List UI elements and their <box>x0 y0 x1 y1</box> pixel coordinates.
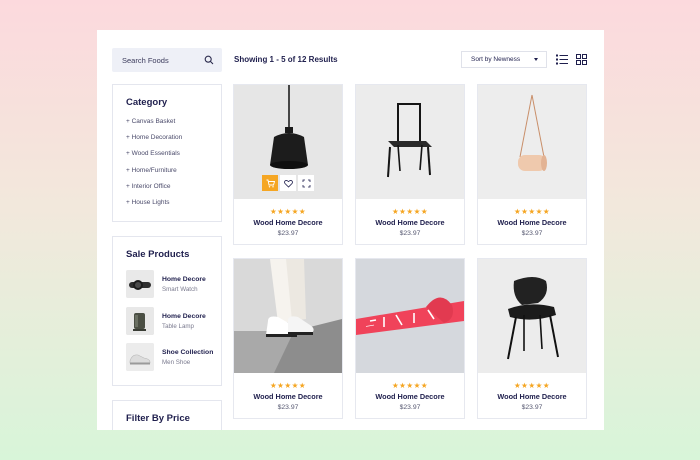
category-card: Category + Canvas Basket + Home Decorati… <box>112 84 222 222</box>
search-input[interactable]: Search Foods <box>112 48 222 72</box>
chevron-down-icon <box>534 58 538 61</box>
product-name[interactable]: Wood Home Decore <box>478 392 586 401</box>
product-card[interactable]: ★★★★★ Wood Home Decore $23.97 <box>233 84 343 245</box>
product-price: $23.97 <box>399 230 421 237</box>
sort-label: Sort by Newness <box>471 56 521 63</box>
sale-item-name: Home Decore <box>162 312 206 320</box>
heart-icon <box>283 179 293 188</box>
product-price: $23.97 <box>277 230 299 237</box>
shop-panel: Search Foods Category + Canvas Basket + … <box>97 30 604 430</box>
bag-image <box>478 85 586 199</box>
chair-image <box>356 85 464 199</box>
rating-stars: ★★★★★ <box>269 381 307 390</box>
category-list: + Canvas Basket + Home Decoration + Wood… <box>113 108 221 213</box>
list-view-icon[interactable] <box>556 54 568 65</box>
rating-stars: ★★★★★ <box>513 381 551 390</box>
product-card[interactable]: ★★★★★ Wood Home Decore $23.97 <box>355 84 465 245</box>
grid-view-icon[interactable] <box>576 54 587 65</box>
search-placeholder: Search Foods <box>122 55 169 65</box>
tape-image: — <box>356 259 464 373</box>
search-icon[interactable] <box>204 55 214 65</box>
shoes-image <box>234 259 342 373</box>
results-count: Showing 1 - 5 of 12 Results <box>234 55 338 64</box>
cart-icon <box>266 179 275 187</box>
product-name[interactable]: Wood Home Decore <box>234 392 342 401</box>
sale-item-sub: Smart Watch <box>162 285 198 293</box>
rating-stars: ★★★★★ <box>391 381 429 390</box>
product-name[interactable]: Wood Home Decore <box>234 218 342 227</box>
add-to-cart-button[interactable] <box>262 175 278 191</box>
smart-watch-image <box>126 270 154 298</box>
product-price: $23.97 <box>521 230 543 237</box>
rating-stars: ★★★★★ <box>269 207 307 216</box>
category-item[interactable]: + Wood Essentials <box>126 148 221 164</box>
category-item[interactable]: + Interior Office <box>126 181 221 197</box>
product-actions <box>262 175 314 191</box>
sale-item-sub: Table Lamp <box>162 322 194 330</box>
product-price: $23.97 <box>399 404 421 411</box>
expand-icon <box>302 179 310 187</box>
product-name[interactable]: Wood Home Decore <box>356 392 464 401</box>
product-card[interactable]: — ★★★★★ Wood Home Decore $23.97 <box>355 258 465 419</box>
sale-item[interactable]: Shoe Collection Men Shoe <box>126 343 213 371</box>
sale-item[interactable]: Home Decore Table Lamp <box>126 307 206 335</box>
sort-select[interactable]: Sort by Newness <box>461 51 547 68</box>
table-lamp-image <box>126 307 154 335</box>
product-card[interactable]: ★★★★★ Wood Home Decore $23.97 <box>477 258 587 419</box>
product-card[interactable]: ★★★★★ Wood Home Decore $23.97 <box>477 84 587 245</box>
quick-view-button[interactable] <box>298 175 314 191</box>
wishlist-button[interactable] <box>280 175 296 191</box>
rating-stars: ★★★★★ <box>513 207 551 216</box>
sale-item-name: Shoe Collection <box>162 348 214 356</box>
svg-text:—: — <box>365 321 376 332</box>
filter-price-title: Filter By Price <box>126 413 190 424</box>
sale-item-name: Home Decore <box>162 275 206 283</box>
product-name[interactable]: Wood Home Decore <box>478 218 586 227</box>
category-item[interactable]: + House Lights <box>126 197 221 213</box>
men-shoe-image <box>126 343 154 371</box>
product-card[interactable]: ★★★★★ Wood Home Decore $23.97 <box>233 258 343 419</box>
product-price: $23.97 <box>277 404 299 411</box>
product-price: $23.97 <box>521 404 543 411</box>
category-item[interactable]: + Home/Furniture <box>126 165 221 181</box>
sale-products-card: Sale Products Home Decore Smart Watch Ho… <box>112 236 222 386</box>
category-item[interactable]: + Canvas Basket <box>126 116 221 132</box>
sale-item-sub: Men Shoe <box>162 358 191 366</box>
rating-stars: ★★★★★ <box>391 207 429 216</box>
filter-price-card: Filter By Price <box>112 400 222 430</box>
black-chair-image <box>478 259 586 373</box>
category-item[interactable]: + Home Decoration <box>126 132 221 148</box>
sale-item[interactable]: Home Decore Smart Watch <box>126 270 206 298</box>
category-title: Category <box>126 97 168 108</box>
sale-products-title: Sale Products <box>126 249 190 260</box>
product-name[interactable]: Wood Home Decore <box>356 218 464 227</box>
